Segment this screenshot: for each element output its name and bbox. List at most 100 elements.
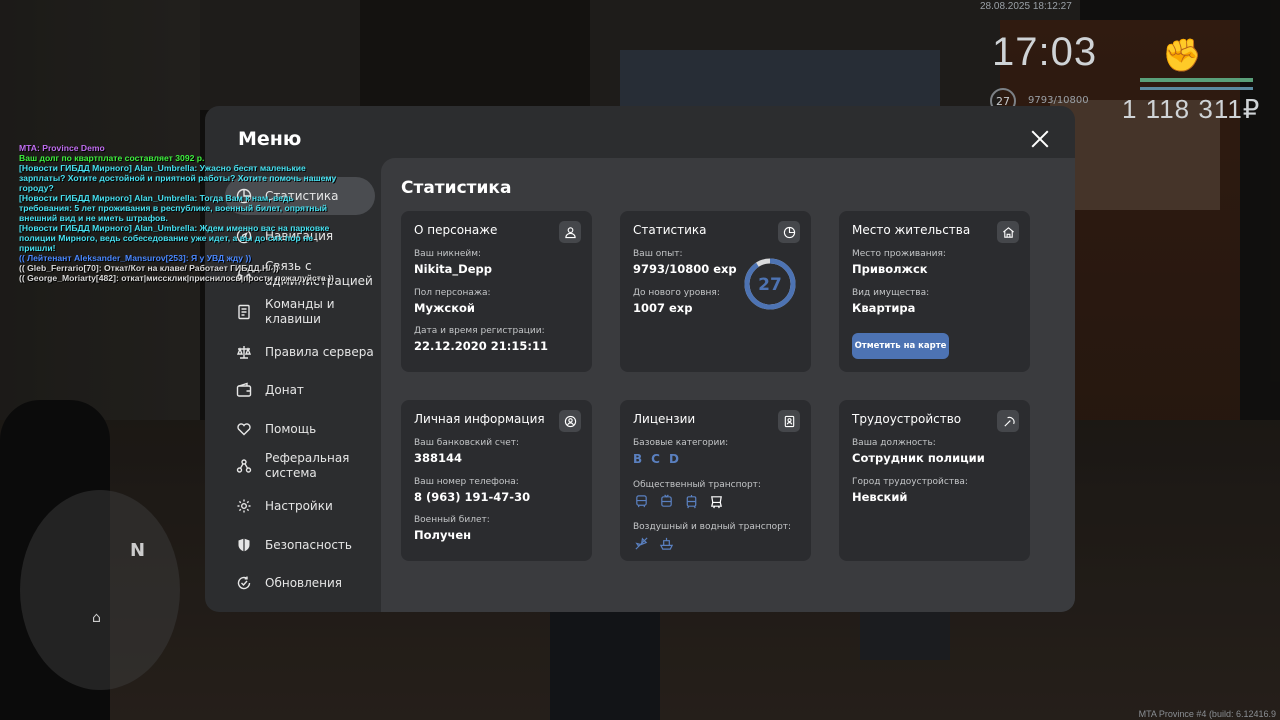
nav-item-referral[interactable]: Реферальная система <box>235 451 375 481</box>
field-label: Ваш номер телефона: <box>414 477 519 487</box>
nav-item-security[interactable]: Безопасность <box>235 536 375 554</box>
licenses-card: Лицензии Базовые категории: B C D Общест… <box>620 400 811 561</box>
nav-item-commands[interactable]: Команды и клавиши <box>235 297 375 327</box>
nav-label: Донат <box>265 382 304 397</box>
position-value: Сотрудник полиции <box>852 451 985 465</box>
public-transport-icons <box>633 493 724 509</box>
field-label: Город трудоустройства: <box>852 477 968 487</box>
update-icon <box>235 574 253 592</box>
stats-panel: Статистика О персонаже Ваш никнейм: Niki… <box>381 158 1075 612</box>
tram-icon <box>683 493 699 509</box>
field-label: Общественный транспорт: <box>633 480 761 490</box>
level-number: 27 <box>758 275 782 295</box>
pie-chart-icon <box>778 221 800 243</box>
personal-card: Личная информация Ваш банковский счет: 3… <box>401 400 592 561</box>
license-categories: B C D <box>633 452 679 466</box>
field-label: Военный билет: <box>414 515 490 525</box>
document-icon <box>235 303 253 321</box>
bank-account-value: 388144 <box>414 451 463 465</box>
minimap: N ⌂ <box>20 490 180 690</box>
trolleybus-icon <box>658 493 674 509</box>
nav-item-rules[interactable]: Правила сервера <box>235 343 375 361</box>
hud-exp: 9793/10800 <box>1028 95 1089 106</box>
statistics-card: Статистика Ваш опыт: 9793/10800 exp До н… <box>620 211 811 372</box>
field-label: До нового уровня: <box>633 288 720 298</box>
field-label: Место проживания: <box>852 249 946 259</box>
metro-icon <box>708 493 724 509</box>
field-label: Воздушный и водный транспорт: <box>633 522 792 532</box>
field-label: Базовые категории: <box>633 438 729 448</box>
nav-label: Реферальная система <box>265 451 350 480</box>
north-indicator: N <box>130 540 146 561</box>
user-icon <box>559 221 581 243</box>
boat-icon <box>658 535 674 551</box>
nav-label: Безопасность <box>265 537 352 552</box>
armor-bar <box>1140 87 1253 90</box>
level-ring: 27 <box>744 258 796 310</box>
license-category: C <box>651 452 660 466</box>
chat-line: [Новости ГИБДД Мирного] Alan_Umbrella: У… <box>19 163 337 193</box>
card-title: Лицензии <box>633 412 696 426</box>
airplane-icon <box>633 535 649 551</box>
field-label: Пол персонажа: <box>414 288 491 298</box>
stats-title: Статистика <box>401 178 512 198</box>
wallet-icon <box>235 381 253 399</box>
chat-line: [Новости ГИБДД Мирного] Alan_Umbrella: Ж… <box>19 223 330 253</box>
nav-item-help[interactable]: Помощь <box>235 420 375 438</box>
scales-icon <box>235 343 253 361</box>
house-icon: ⌂ <box>92 610 101 626</box>
network-icon <box>235 457 253 475</box>
chat-line: MTA: Province Demo <box>19 143 105 153</box>
home-icon <box>997 221 1019 243</box>
card-title: Статистика <box>633 223 707 237</box>
field-label: Ваш опыт: <box>633 249 683 259</box>
hud-date: 28.08.2025 18:12:27 <box>980 1 1072 12</box>
license-category: B <box>633 452 643 466</box>
military-id-value: Получен <box>414 528 472 542</box>
field-label: Ваш никнейм: <box>414 249 482 259</box>
id-card-icon <box>778 410 800 432</box>
nav-item-updates[interactable]: Обновления <box>235 574 375 592</box>
nav-item-donate[interactable]: Донат <box>235 381 375 399</box>
heart-hand-icon <box>235 420 253 438</box>
hud-time: 17:03 <box>992 30 1098 74</box>
nav-label: Помощь <box>265 421 317 436</box>
character-card: О персонаже Ваш никнейм: Nikita_Depp Пол… <box>401 211 592 372</box>
chat-line: Ваш долг по квартплате составляет 3092 р… <box>19 153 205 163</box>
phone-value: 8 (963) 191-47-30 <box>414 490 531 504</box>
gender-value: Мужской <box>414 301 475 315</box>
residence-value: Приволжск <box>852 262 928 276</box>
mark-on-map-button[interactable]: Отметить на карте <box>852 333 949 359</box>
nav-item-settings[interactable]: Настройки <box>235 497 375 515</box>
health-bar <box>1140 78 1253 82</box>
chat-line: [Новости ГИБДД Мирного] Alan_Umbrella: Т… <box>19 193 328 223</box>
employment-card: Трудоустройство Ваша должность: Сотрудни… <box>839 400 1030 561</box>
close-icon[interactable] <box>1027 126 1053 152</box>
property-value: Квартира <box>852 301 916 315</box>
chat-line: (( George_Moriarty[482]: откат|миссклик|… <box>19 273 334 283</box>
chat-line: (( Лейтенант Aleksander_Mansurov[253]: Я… <box>19 253 252 263</box>
bus-icon <box>633 493 649 509</box>
employment-city-value: Невский <box>852 490 908 504</box>
exp-value: 9793/10800 exp <box>633 262 737 276</box>
field-label: Дата и время регистрации: <box>414 326 545 336</box>
chat-log: MTA: Province Demo Ваш долг по квартплат… <box>19 143 349 283</box>
nav-label: Правила сервера <box>265 344 374 359</box>
air-water-transport-icons <box>633 535 674 551</box>
chat-line: (( Gleb_Ferrario[70]: Откат/Кот на клаве… <box>19 263 279 273</box>
field-label: Вид имущества: <box>852 288 930 298</box>
license-category: D <box>668 452 679 466</box>
field-label: Ваш банковский счет: <box>414 438 520 448</box>
pickaxe-icon <box>997 410 1019 432</box>
nav-label: Обновления <box>265 575 343 590</box>
profile-icon <box>559 410 581 432</box>
field-label: Ваша должность: <box>852 438 936 448</box>
nickname-value: Nikita_Depp <box>414 262 492 276</box>
card-title: Место жительства <box>852 223 971 237</box>
hud-money: 1 118 311₽ <box>1122 94 1261 124</box>
nav-label: Настройки <box>265 498 333 513</box>
nav-label: Команды и клавиши <box>265 297 335 326</box>
card-title: Личная информация <box>414 412 545 426</box>
registration-value: 22.12.2020 21:15:11 <box>414 339 548 353</box>
gear-icon <box>235 497 253 515</box>
